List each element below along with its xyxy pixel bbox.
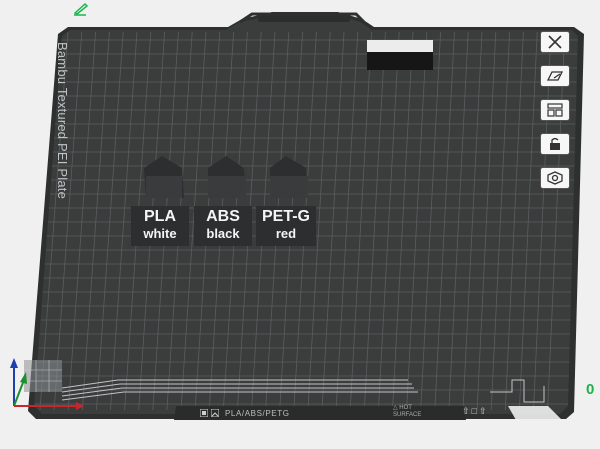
plate-toolbar [540, 31, 572, 201]
arrange-button[interactable] [540, 99, 570, 121]
close-plate-button[interactable] [540, 31, 570, 53]
part-pla[interactable]: PLA white [131, 206, 189, 246]
lock-icon [550, 137, 560, 150]
warning-text-1: HOT [399, 405, 412, 411]
filament-label: PLA/ABS/PETG [225, 408, 290, 418]
settings-button[interactable] [540, 167, 570, 189]
lock-button[interactable] [540, 133, 570, 155]
part-material-label: PET-G [261, 208, 310, 225]
arrange-icon [547, 103, 563, 117]
warning-icon: △ [393, 405, 398, 411]
part-material-label: ABS [206, 208, 240, 225]
part-abs[interactable]: ABS black [194, 206, 252, 246]
part-color-label: black [206, 226, 240, 241]
hot-surface-warning: △ HOT SURFACE [393, 405, 421, 419]
plate-corner-buttons: ⇧ □ ⇧ [462, 406, 487, 417]
part-material-label: PLA [144, 208, 176, 225]
plate-status-bar: PLA/ABS/PETG △ HOT SURFACE [180, 405, 458, 420]
plate-settings-icon [546, 71, 564, 81]
settings-icon [547, 171, 563, 185]
part-petg[interactable]: PET-G red [256, 206, 316, 246]
close-plate-icon [548, 35, 562, 49]
coordinate-readout: 0 [586, 381, 595, 398]
frame-icon[interactable]: □ [472, 406, 477, 417]
plate-settings-button[interactable] [540, 65, 570, 87]
arrow-up-icon[interactable]: ⇧ [462, 406, 470, 417]
plate-type-label: Bambu Textured PEI Plate [55, 42, 70, 200]
part-color-label: red [275, 226, 297, 241]
image-icon[interactable] [211, 409, 219, 417]
part-color-label: white [143, 226, 177, 241]
grid-icon[interactable] [200, 409, 208, 417]
warning-text-2: SURFACE [393, 412, 422, 418]
arrow-up-icon-2[interactable]: ⇧ [479, 406, 487, 417]
